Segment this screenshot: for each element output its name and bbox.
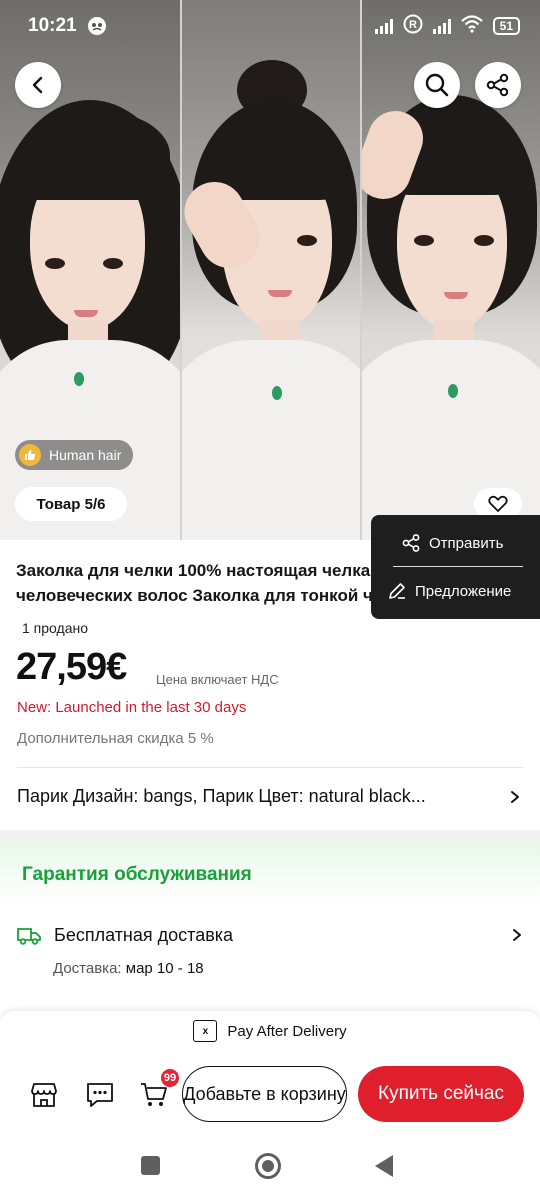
- search-button[interactable]: [414, 62, 460, 108]
- status-bar: 10:21 R 51: [0, 0, 540, 52]
- edit-icon: [389, 583, 405, 599]
- buy-now-button[interactable]: Купить сейчас: [358, 1066, 524, 1122]
- signal-icon-2: [432, 18, 451, 34]
- truck-icon: [17, 928, 41, 945]
- home-button[interactable]: [255, 1153, 281, 1179]
- offer-label: Предложение: [415, 582, 512, 600]
- thumbs-up-icon: [19, 444, 41, 466]
- store-icon: [31, 1083, 57, 1107]
- pay-after-delivery-label: Pay After Delivery: [227, 1022, 347, 1040]
- registered-icon: R: [403, 14, 423, 39]
- vat-note: Цена включает НДС: [156, 672, 279, 687]
- free-shipping-row[interactable]: Бесплатная доставка: [16, 924, 524, 946]
- search-icon: [425, 73, 449, 97]
- extra-discount: Дополнительная скидка 5 %: [17, 730, 214, 747]
- divider: [17, 767, 523, 768]
- product-price: 27,59€: [16, 646, 127, 688]
- chat-button[interactable]: [80, 1075, 120, 1115]
- chevron-right-icon: [511, 790, 519, 803]
- recents-button[interactable]: [141, 1156, 160, 1175]
- signal-icon: [374, 18, 393, 34]
- human-hair-badge: Human hair: [15, 440, 134, 470]
- heart-icon: [488, 495, 508, 512]
- back-nav-button[interactable]: [375, 1155, 393, 1177]
- svg-text:R: R: [409, 19, 417, 31]
- menu-divider: [393, 566, 523, 567]
- share-icon: [486, 73, 509, 97]
- battery-icon: 51: [492, 17, 520, 35]
- status-time: 10:21: [28, 15, 77, 36]
- service-guarantee-heading: Гарантия обслуживания: [22, 864, 252, 885]
- chat-icon: [87, 1083, 113, 1107]
- variant-summary: Парик Дизайн: bangs, Парик Цвет: natural…: [17, 786, 426, 806]
- send-menu-item[interactable]: Отправить: [401, 533, 503, 553]
- add-to-cart-button[interactable]: Добавьте в корзину: [182, 1066, 347, 1122]
- sold-count: 1 продано: [22, 620, 88, 636]
- share-button[interactable]: [475, 62, 521, 108]
- product-photo-2: [180, 0, 360, 540]
- offer-menu-item[interactable]: Предложение: [387, 581, 511, 601]
- variant-selector[interactable]: Парик Дизайн: bangs, Парик Цвет: natural…: [17, 786, 522, 807]
- cart-count-badge: 99: [160, 1068, 180, 1088]
- notification-icon: [87, 16, 107, 36]
- product-page: 10:21 R 51 Human hair Товар 5/6 Отправит…: [0, 0, 540, 1200]
- store-button[interactable]: [24, 1075, 64, 1115]
- receipt-icon: x: [193, 1020, 218, 1042]
- send-label: Отправить: [429, 534, 504, 552]
- section-gap: [0, 830, 540, 842]
- image-counter: Товар 5/6: [15, 487, 127, 521]
- share-icon: [402, 534, 420, 552]
- chevron-left-icon: [32, 76, 43, 94]
- chevron-right-icon: [513, 929, 521, 941]
- new-product-label: New: Launched in the last 30 days: [17, 699, 247, 716]
- delivery-estimate: Доставка: мар 10 - 18: [53, 960, 204, 977]
- share-popup-menu: Отправить Предложение: [371, 515, 540, 619]
- wifi-icon: [460, 14, 483, 38]
- pay-after-delivery: x Pay After Delivery: [0, 1020, 540, 1042]
- delivery-dates: мар 10 - 18: [125, 960, 204, 977]
- human-hair-label: Human hair: [49, 447, 122, 463]
- free-shipping-label: Бесплатная доставка: [54, 924, 234, 945]
- back-button[interactable]: [15, 62, 61, 108]
- delivery-prefix: Доставка:: [53, 960, 122, 977]
